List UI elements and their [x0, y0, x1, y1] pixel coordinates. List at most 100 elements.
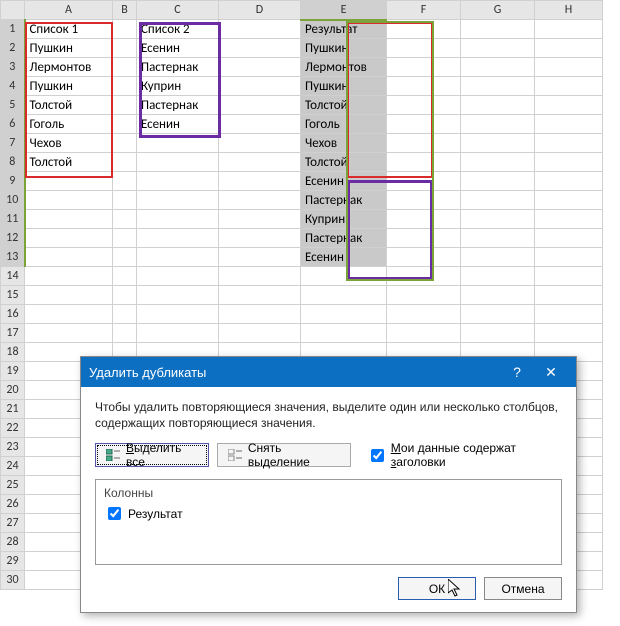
corner-cell[interactable]	[1, 1, 25, 20]
cell-G11[interactable]	[461, 210, 535, 229]
cell-H8[interactable]	[535, 153, 603, 172]
cell-B14[interactable]	[113, 267, 137, 286]
cell-A17[interactable]	[25, 324, 113, 343]
cell-A16[interactable]	[25, 305, 113, 324]
cell-A14[interactable]	[25, 267, 113, 286]
cell-D6[interactable]	[219, 115, 301, 134]
cell-F7[interactable]	[387, 134, 461, 153]
row-header-5[interactable]: 5	[1, 96, 25, 115]
cell-H12[interactable]	[535, 229, 603, 248]
deselect-all-button[interactable]: Снять выделение	[217, 443, 351, 467]
cell-H17[interactable]	[535, 324, 603, 343]
cell-C4[interactable]: Куприн	[137, 77, 219, 96]
cell-E12[interactable]: Пастернак	[301, 229, 387, 248]
row-header-8[interactable]: 8	[1, 153, 25, 172]
column-item-checkbox[interactable]	[108, 507, 121, 520]
close-button[interactable]: ✕	[534, 357, 568, 387]
cell-D15[interactable]	[219, 286, 301, 305]
col-header-G[interactable]: G	[461, 1, 535, 20]
cell-E7[interactable]: Чехов	[301, 134, 387, 153]
cell-H5[interactable]	[535, 96, 603, 115]
row-header-10[interactable]: 10	[1, 191, 25, 210]
cell-F16[interactable]	[387, 305, 461, 324]
cell-E3[interactable]: Лермонтов	[301, 58, 387, 77]
cell-E13[interactable]: Есенин	[301, 248, 387, 267]
cell-B2[interactable]	[113, 39, 137, 58]
cell-G12[interactable]	[461, 229, 535, 248]
col-header-H[interactable]: H	[535, 1, 603, 20]
cell-E2[interactable]: Пушкин	[301, 39, 387, 58]
row-header-21[interactable]: 21	[1, 400, 25, 419]
cell-E16[interactable]	[301, 305, 387, 324]
cell-D7[interactable]	[219, 134, 301, 153]
row-header-13[interactable]: 13	[1, 248, 25, 267]
cell-C12[interactable]	[137, 229, 219, 248]
cancel-button[interactable]: Отмена	[484, 577, 562, 600]
cell-E1[interactable]: Результат	[301, 20, 387, 39]
cell-A6[interactable]: Гоголь	[25, 115, 113, 134]
cell-A3[interactable]: Лермонтов	[25, 58, 113, 77]
cell-H3[interactable]	[535, 58, 603, 77]
cell-D17[interactable]	[219, 324, 301, 343]
cell-D5[interactable]	[219, 96, 301, 115]
cell-A15[interactable]	[25, 286, 113, 305]
cell-C5[interactable]: Пастернак	[137, 96, 219, 115]
cell-E15[interactable]	[301, 286, 387, 305]
cell-E6[interactable]: Гоголь	[301, 115, 387, 134]
cell-F14[interactable]	[387, 267, 461, 286]
cell-F17[interactable]	[387, 324, 461, 343]
cell-G4[interactable]	[461, 77, 535, 96]
cell-G2[interactable]	[461, 39, 535, 58]
cell-C3[interactable]: Пастернак	[137, 58, 219, 77]
cell-E8[interactable]: Толстой	[301, 153, 387, 172]
row-header-25[interactable]: 25	[1, 476, 25, 495]
cell-A9[interactable]	[25, 172, 113, 191]
cell-C11[interactable]	[137, 210, 219, 229]
cell-E9[interactable]: Есенин	[301, 172, 387, 191]
cell-C2[interactable]: Есенин	[137, 39, 219, 58]
cell-G3[interactable]	[461, 58, 535, 77]
cell-F6[interactable]	[387, 115, 461, 134]
cell-E14[interactable]	[301, 267, 387, 286]
cell-H1[interactable]	[535, 20, 603, 39]
row-header-4[interactable]: 4	[1, 77, 25, 96]
ok-button[interactable]: ОК	[398, 577, 476, 600]
cell-H10[interactable]	[535, 191, 603, 210]
cell-B17[interactable]	[113, 324, 137, 343]
dialog-titlebar[interactable]: Удалить дубликаты ? ✕	[81, 357, 576, 387]
col-header-F[interactable]: F	[387, 1, 461, 20]
cell-A5[interactable]: Толстой	[25, 96, 113, 115]
cell-E11[interactable]: Куприн	[301, 210, 387, 229]
cell-A10[interactable]	[25, 191, 113, 210]
cell-H2[interactable]	[535, 39, 603, 58]
cell-D2[interactable]	[219, 39, 301, 58]
cell-B16[interactable]	[113, 305, 137, 324]
cell-A8[interactable]: Толстой	[25, 153, 113, 172]
row-header-28[interactable]: 28	[1, 533, 25, 552]
row-header-17[interactable]: 17	[1, 324, 25, 343]
row-header-9[interactable]: 9	[1, 172, 25, 191]
col-header-B[interactable]: B	[113, 1, 137, 20]
cell-A2[interactable]: Пушкин	[25, 39, 113, 58]
row-header-27[interactable]: 27	[1, 514, 25, 533]
cell-B8[interactable]	[113, 153, 137, 172]
cell-G9[interactable]	[461, 172, 535, 191]
cell-C16[interactable]	[137, 305, 219, 324]
row-header-2[interactable]: 2	[1, 39, 25, 58]
cell-F3[interactable]	[387, 58, 461, 77]
cell-B6[interactable]	[113, 115, 137, 134]
cell-H16[interactable]	[535, 305, 603, 324]
row-header-30[interactable]: 30	[1, 571, 25, 590]
cell-A11[interactable]	[25, 210, 113, 229]
col-header-D[interactable]: D	[219, 1, 301, 20]
cell-H7[interactable]	[535, 134, 603, 153]
row-header-16[interactable]: 16	[1, 305, 25, 324]
cell-C8[interactable]	[137, 153, 219, 172]
column-item-result[interactable]: Результат	[104, 504, 553, 523]
cell-C10[interactable]	[137, 191, 219, 210]
cell-G7[interactable]	[461, 134, 535, 153]
cell-E17[interactable]	[301, 324, 387, 343]
cell-F11[interactable]	[387, 210, 461, 229]
cell-B9[interactable]	[113, 172, 137, 191]
cell-B4[interactable]	[113, 77, 137, 96]
